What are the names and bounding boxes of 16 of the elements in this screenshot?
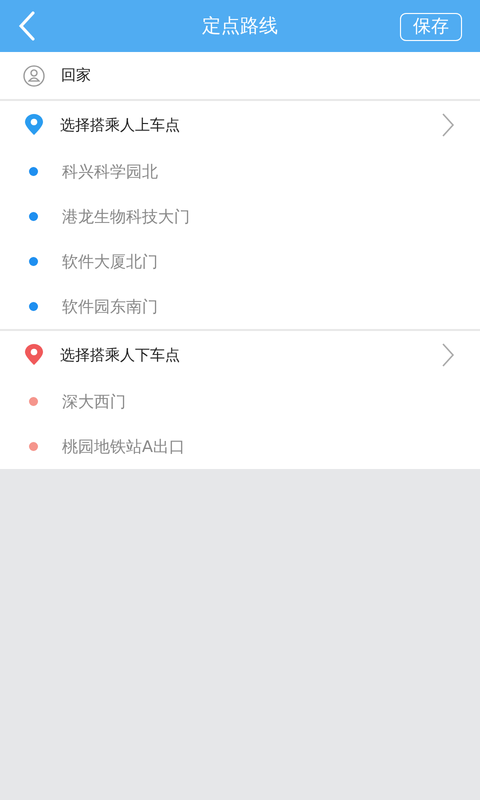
stop-name: 科兴科学园北 bbox=[62, 160, 158, 182]
chevron-right-icon bbox=[442, 343, 454, 367]
stop-name: 桃园地铁站A出口 bbox=[62, 436, 185, 458]
section-label: 选择搭乘人下车点 bbox=[60, 344, 181, 366]
back-icon[interactable] bbox=[18, 10, 36, 42]
stop-name: 软件大厦北门 bbox=[62, 250, 158, 272]
section-header[interactable]: 选择搭乘人上车点 bbox=[0, 101, 480, 149]
page-title: 定点路线 bbox=[202, 14, 278, 39]
section-header[interactable]: 选择搭乘人下车点 bbox=[0, 331, 480, 379]
person-icon bbox=[23, 64, 45, 86]
section-label: 选择搭乘人上车点 bbox=[60, 114, 181, 136]
stop-name: 港龙生物科技大门 bbox=[62, 206, 190, 228]
route-name: 回家 bbox=[61, 65, 91, 86]
chevron-right-icon bbox=[442, 113, 454, 137]
stop-name: 深大西门 bbox=[62, 390, 126, 412]
stop-name: 软件园东南门 bbox=[62, 296, 158, 318]
